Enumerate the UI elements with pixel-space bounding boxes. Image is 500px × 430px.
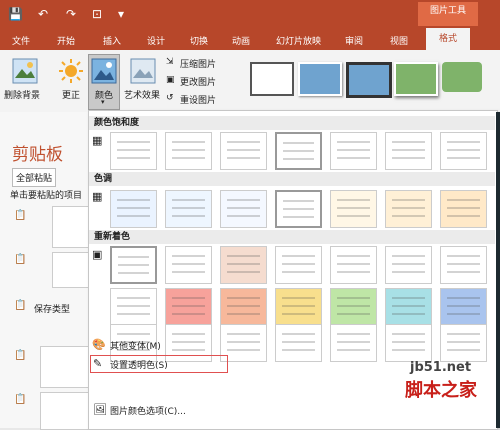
recolor-swatch[interactable] bbox=[330, 246, 377, 284]
saturation-options-icon: ▦ bbox=[92, 134, 103, 147]
tab-insert[interactable]: 插入 bbox=[103, 34, 121, 47]
recolor-header: 重新着色 bbox=[89, 230, 495, 244]
corrections-button[interactable] bbox=[58, 58, 84, 87]
reset-picture-icon: ↺ bbox=[166, 93, 174, 103]
picture-style-1[interactable] bbox=[250, 62, 294, 96]
tab-review[interactable]: 审阅 bbox=[345, 34, 363, 47]
compress-icon: ⇲ bbox=[166, 57, 174, 67]
slide-edge bbox=[496, 112, 500, 428]
saturation-swatch[interactable] bbox=[165, 132, 212, 170]
recolor-swatch[interactable] bbox=[165, 288, 212, 326]
sun-icon bbox=[59, 59, 83, 83]
color-picture-icon bbox=[91, 58, 117, 84]
picture-style-5[interactable] bbox=[442, 62, 482, 92]
color-dropdown-arrow-icon: ▾ bbox=[101, 98, 105, 106]
save-icon[interactable]: 💾 bbox=[8, 7, 23, 21]
clipboard-item-icon: 📋 bbox=[14, 210, 27, 221]
recolor-swatch[interactable] bbox=[385, 288, 432, 326]
recolor-swatch[interactable] bbox=[330, 324, 377, 362]
recolor-swatch[interactable] bbox=[385, 324, 432, 362]
recolor-swatch[interactable] bbox=[275, 246, 322, 284]
picture-tools-label: 图片工具 bbox=[418, 2, 478, 26]
picture-color-options-item[interactable]: 图片颜色选项(C)... bbox=[110, 404, 186, 417]
clipboard-item-2[interactable] bbox=[52, 252, 90, 288]
picture-style-2[interactable] bbox=[298, 62, 342, 96]
watermark-site: jb51.net bbox=[410, 360, 472, 375]
saturation-swatch[interactable] bbox=[440, 132, 487, 170]
remove-background-button[interactable] bbox=[12, 58, 38, 87]
recolor-swatch[interactable] bbox=[440, 246, 487, 284]
tone-swatch[interactable] bbox=[275, 190, 322, 228]
clipboard-item-icon: 📋 bbox=[14, 350, 27, 361]
picture-styles-gallery bbox=[246, 58, 496, 100]
highlight-box bbox=[90, 355, 228, 373]
picture-style-4[interactable] bbox=[394, 62, 438, 96]
tab-view[interactable]: 视图 bbox=[390, 34, 408, 47]
artistic-effects-icon bbox=[130, 58, 156, 84]
customize-qat-icon[interactable]: ▾ bbox=[118, 7, 124, 21]
tone-swatch[interactable] bbox=[385, 190, 432, 228]
recolor-swatch[interactable] bbox=[440, 288, 487, 326]
saturation-swatch[interactable] bbox=[275, 132, 322, 170]
picture-color-options-icon: 🖼 bbox=[93, 403, 107, 416]
compress-pictures-button[interactable]: 压缩图片 bbox=[180, 57, 216, 70]
tab-design[interactable]: 设计 bbox=[147, 34, 165, 47]
recolor-swatch[interactable] bbox=[440, 324, 487, 362]
artistic-effects-label: 艺术效果 bbox=[124, 91, 161, 101]
remove-background-icon bbox=[12, 58, 38, 84]
recolor-swatch[interactable] bbox=[385, 246, 432, 284]
recolor-swatch[interactable] bbox=[275, 288, 322, 326]
saturation-swatch[interactable] bbox=[385, 132, 432, 170]
from-beginning-icon[interactable]: ⊡ bbox=[92, 7, 102, 21]
corrections-label: 更正 bbox=[62, 91, 81, 101]
tone-options-icon: ▦ bbox=[92, 190, 103, 203]
artistic-effects-button[interactable] bbox=[130, 58, 156, 87]
tone-header: 色调 bbox=[89, 172, 495, 186]
recolor-swatch[interactable] bbox=[110, 246, 157, 284]
remove-background-label: 删除背景 bbox=[4, 91, 41, 101]
change-picture-icon: ▣ bbox=[166, 75, 175, 85]
saturation-swatch[interactable] bbox=[330, 132, 377, 170]
recolor-swatch[interactable] bbox=[330, 288, 377, 326]
clipboard-item-4[interactable] bbox=[40, 392, 90, 430]
watermark-name: 脚本之家 bbox=[405, 380, 477, 401]
clipboard-item-1[interactable] bbox=[52, 206, 90, 248]
save-type-item[interactable]: 保存类型 bbox=[34, 302, 70, 315]
tab-slideshow[interactable]: 幻灯片放映 bbox=[276, 34, 321, 47]
saturation-header: 颜色饱和度 bbox=[89, 116, 495, 130]
saturation-swatch[interactable] bbox=[220, 132, 267, 170]
saturation-swatch[interactable] bbox=[110, 132, 157, 170]
clipboard-item-icon: 📋 bbox=[14, 300, 27, 311]
recolor-swatch[interactable] bbox=[275, 324, 322, 362]
clipboard-item-3[interactable] bbox=[40, 346, 90, 388]
recolor-swatch[interactable] bbox=[110, 288, 157, 326]
undo-icon[interactable]: ↶ bbox=[38, 7, 48, 21]
paste-all-button[interactable]: 全部粘贴 bbox=[12, 168, 57, 187]
paste-hint: 单击要粘贴的项目 bbox=[10, 191, 83, 201]
picture-style-3[interactable] bbox=[346, 62, 392, 98]
clipboard-item-icon: 📋 bbox=[14, 394, 27, 405]
recolor-options-icon: ▣ bbox=[92, 248, 103, 261]
tone-swatch[interactable] bbox=[440, 190, 487, 228]
change-picture-button[interactable]: 更改图片 bbox=[180, 75, 216, 88]
color-icon-wrap bbox=[91, 58, 117, 87]
recolor-swatch[interactable] bbox=[165, 246, 212, 284]
tone-swatch[interactable] bbox=[220, 190, 267, 228]
tone-swatch[interactable] bbox=[165, 190, 212, 228]
redo-icon[interactable]: ↷ bbox=[66, 7, 76, 21]
recolor-swatch[interactable] bbox=[220, 246, 267, 284]
tab-transitions[interactable]: 切换 bbox=[190, 34, 208, 47]
clipboard-item-icon: 📋 bbox=[14, 254, 27, 265]
tab-animations[interactable]: 动画 bbox=[232, 34, 250, 47]
tone-swatch[interactable] bbox=[110, 190, 157, 228]
more-variants-item[interactable]: 其他变体(M) bbox=[110, 339, 161, 352]
tone-swatch[interactable] bbox=[330, 190, 377, 228]
reset-picture-button[interactable]: 重设图片 bbox=[180, 93, 216, 106]
tab-home[interactable]: 开始 bbox=[57, 34, 75, 47]
tab-format[interactable]: 格式 bbox=[426, 28, 470, 50]
tab-file[interactable]: 文件 bbox=[12, 34, 30, 47]
clipboard-title: 剪贴板 bbox=[12, 145, 63, 165]
recolor-swatch[interactable] bbox=[220, 288, 267, 326]
palette-icon: 🎨 bbox=[92, 338, 106, 351]
